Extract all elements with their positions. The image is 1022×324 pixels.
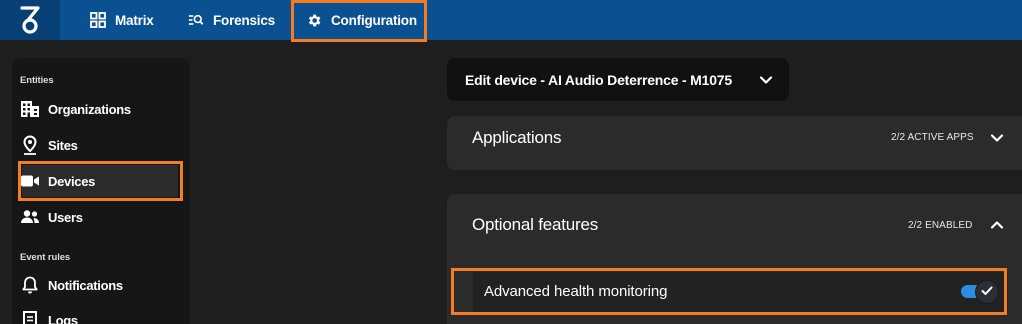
sidebar-item-label: Notifications: [48, 277, 123, 293]
sidebar-item-organizations[interactable]: Organizations: [20, 99, 131, 119]
applications-title: Applications: [472, 128, 562, 147]
logo-icon: [20, 6, 40, 34]
sidebar-item-notifications[interactable]: Notifications: [20, 275, 123, 295]
users-icon: [20, 207, 40, 227]
edit-device-title: Edit device - AI Audio Deterrence - M107…: [465, 71, 732, 88]
edit-device-selector[interactable]: Edit device - AI Audio Deterrence - M107…: [447, 58, 789, 101]
sidebar-item-label: Organizations: [48, 101, 131, 117]
optional-features-title: Optional features: [472, 215, 599, 234]
search-list-icon: [188, 12, 204, 28]
sidebar-item-label: Logs: [48, 312, 78, 324]
configuration-highlight-box: [291, 0, 427, 42]
devices-highlight-box: [18, 161, 183, 201]
grid-icon: [90, 12, 106, 28]
location-pin-icon: [20, 135, 40, 155]
sidebar-item-logs[interactable]: Logs: [20, 310, 78, 324]
nav-forensics-label: Forensics: [213, 12, 275, 28]
chevron-up-icon[interactable]: [990, 218, 1004, 232]
document-icon: [20, 310, 40, 324]
sidebar-section-event-rules: Event rules: [20, 252, 71, 263]
sidebar-item-label: Sites: [48, 137, 78, 153]
chevron-down-icon[interactable]: [990, 131, 1004, 145]
applications-panel[interactable]: Applications 2/2 ACTIVE APPS: [447, 116, 1022, 170]
nav-matrix-label: Matrix: [115, 12, 154, 28]
optional-features-status: 2/2 ENABLED: [908, 220, 973, 231]
nav-matrix[interactable]: Matrix: [90, 0, 154, 40]
sidebar-item-sites[interactable]: Sites: [20, 135, 78, 155]
building-icon: [20, 99, 40, 119]
sidebar-item-label: Users: [48, 209, 83, 225]
sidebar-section-entities: Entities: [20, 75, 54, 86]
chevron-down-icon: [759, 73, 773, 89]
top-navigation-bar: Matrix Forensics Configuration: [0, 0, 1022, 40]
bell-icon: [20, 275, 40, 295]
sidebar-item-users[interactable]: Users: [20, 207, 83, 227]
app-logo[interactable]: [0, 0, 60, 40]
applications-status: 2/2 ACTIVE APPS: [891, 132, 974, 143]
nav-forensics[interactable]: Forensics: [188, 0, 275, 40]
feature-highlight-box: [451, 268, 1007, 315]
